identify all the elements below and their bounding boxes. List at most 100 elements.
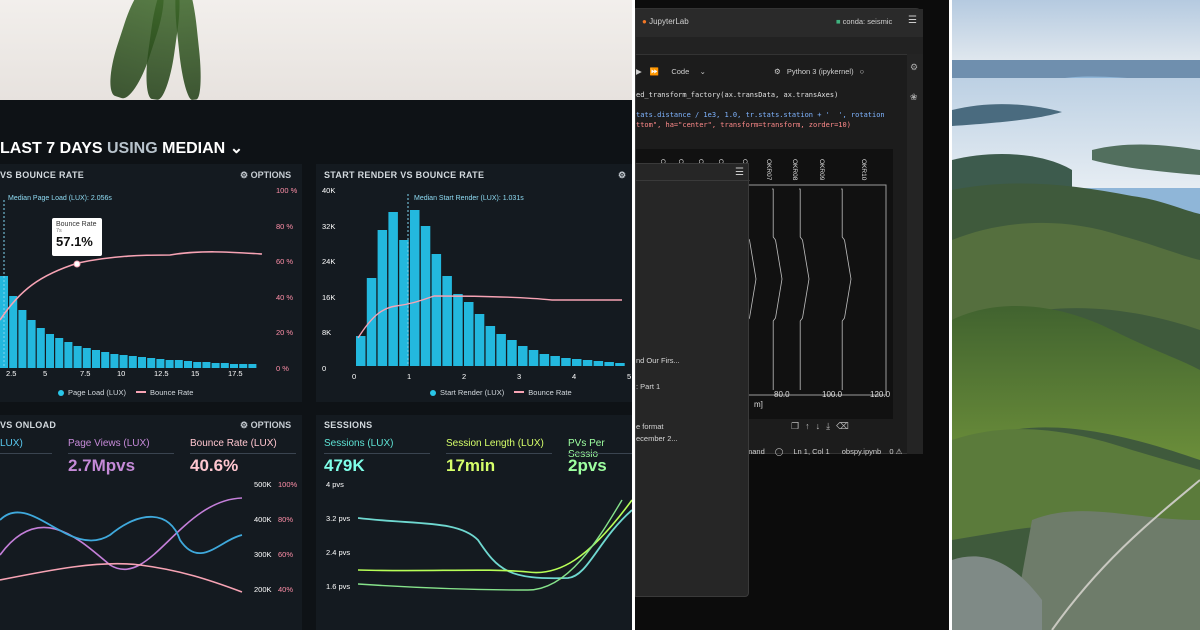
bounce-rate-line: [0, 251, 263, 321]
x-axis-tick: 12.5: [154, 369, 169, 378]
kernel-name[interactable]: Python 3 (ipykernel): [787, 67, 854, 76]
histogram-bar: [92, 350, 100, 368]
histogram-bar: [165, 360, 174, 368]
file-name: obspy.ipynb: [841, 447, 882, 456]
settings-icon[interactable]: ⚙: [910, 62, 918, 73]
card-heading: VS BOUNCE RATE: [0, 170, 85, 180]
x-axis-tick: 0: [352, 372, 357, 381]
play-icon[interactable]: ▶: [636, 67, 642, 76]
gear-icon[interactable]: ⚙: [618, 170, 626, 181]
histogram-bar: [474, 314, 485, 366]
histogram-bar: [202, 362, 211, 368]
page-load-chart: [0, 200, 263, 368]
file-item[interactable]: : Part 1: [636, 382, 660, 391]
histogram-bar: [27, 320, 36, 368]
metric-label: LUX): [0, 438, 23, 449]
chart-legend: Page Load (LUX) Bounce Rate: [58, 388, 193, 397]
x-axis-tick: 5: [627, 372, 632, 381]
metric-label: Session Length (LUX): [446, 438, 544, 449]
code-line[interactable]: ttom", ha="center", transform=transform,…: [636, 121, 851, 129]
x-axis-tick: 5: [43, 369, 48, 378]
x-axis-tick: 120.0: [870, 390, 891, 399]
histogram-bar: [582, 360, 593, 366]
options-button[interactable]: ⚙ OPTIONS: [240, 170, 291, 181]
legend-line: Bounce Rate: [150, 388, 194, 397]
histogram-bar: [366, 278, 377, 366]
debugger-icon[interactable]: ❀: [910, 92, 918, 103]
y-axis-left-tick: 0: [322, 363, 327, 373]
y-axis-left-tick: 2.4 pvs: [326, 548, 351, 557]
file-item[interactable]: e format: [636, 422, 664, 431]
jupyter-logo-icon: ●: [642, 17, 647, 26]
y-axis-left-tick: 4 pvs: [326, 480, 344, 489]
pvs-value: 2pvs: [568, 456, 607, 475]
x-unit: m]: [754, 400, 763, 409]
menu-icon[interactable]: ☰: [735, 167, 744, 178]
histogram-bar: [110, 354, 119, 368]
histogram-bar: [138, 357, 146, 368]
session-length-value: 17min: [446, 456, 496, 475]
y-axis-left-tick: 40K: [322, 186, 336, 195]
x-axis-tick: 80.0: [774, 390, 790, 399]
y-axis-right-tick: 20 %: [276, 328, 294, 337]
menu-icon[interactable]: ☰: [908, 15, 917, 26]
notification-count[interactable]: 0: [889, 447, 893, 456]
histogram-bar: [453, 294, 463, 366]
insert-icon: ⤓: [826, 421, 837, 431]
histogram-bar: [156, 359, 165, 368]
seismic-trace: [772, 188, 783, 390]
histogram-bar: [193, 362, 202, 368]
dashboard-title[interactable]: LAST 7 DAYS USING MEDIAN ⌄: [0, 138, 243, 158]
file-item[interactable]: nd Our Firs...: [636, 356, 680, 365]
tooltip: Bounce Rate 7s 57.1%: [52, 218, 102, 256]
x-axis-tick: 3: [517, 372, 522, 381]
jupyterlab-photo: ● JupyterLab ■ conda: seismic ☰ ▶ ⏩ Code…: [635, 0, 949, 630]
histogram-bar: [239, 364, 248, 368]
title-last: LAST: [0, 140, 47, 157]
code-line[interactable]: tats.distance / 1e3, 1.0, tr.stats.stati…: [636, 111, 885, 119]
x-axis-tick: 15: [191, 369, 200, 378]
card-heading: START RENDER VS BOUNCE RATE: [324, 170, 485, 180]
chevron-down-icon[interactable]: ⌄: [230, 140, 243, 157]
cursor-position: Ln 1, Col 1: [793, 447, 830, 456]
y-axis-left-tick: 200K: [254, 585, 272, 594]
start-render-chart: [356, 194, 625, 366]
sessions-chart: [358, 499, 632, 591]
sessions-value: 479K: [324, 456, 365, 475]
histogram-bar: [184, 361, 192, 368]
gear-icon[interactable]: ⚙: [774, 67, 781, 76]
env-indicator[interactable]: ■ conda: seismic: [836, 17, 892, 26]
bell-icon[interactable]: ⚠: [896, 447, 903, 456]
file-item[interactable]: ecember 2...: [636, 434, 678, 443]
histogram-bar: [485, 326, 496, 366]
histogram-bar: [615, 363, 625, 366]
y-axis-right-tick: 60%: [278, 550, 294, 559]
fast-forward-icon[interactable]: ⏩: [650, 67, 659, 76]
options-button[interactable]: ⚙ OPTIONS: [240, 420, 291, 431]
histogram-bar: [377, 230, 388, 366]
seismic-trace: [799, 188, 810, 390]
code-line[interactable]: ed_transform_factory(ax.transData, ax.tr…: [636, 91, 838, 99]
legend-bar: Page Load (LUX): [68, 388, 126, 397]
shield-icon: ◯: [774, 447, 784, 456]
trace-label: OKR08: [791, 159, 798, 181]
card-heading: SESSIONS: [324, 420, 373, 430]
delete-icon: ⌫: [836, 421, 855, 431]
histogram-bar: [496, 334, 506, 366]
y-axis-left-tick: 300K: [254, 550, 272, 559]
histogram-bar: [464, 302, 474, 366]
y-axis-left-tick: 400K: [254, 515, 272, 524]
cell-toolbar[interactable]: ❐↑↓⤓⌫: [791, 421, 855, 432]
histogram-bar: [101, 352, 110, 368]
status-bar: mand ◯ Ln 1, Col 1 obspy.ipynb 0 ⚠: [746, 447, 902, 456]
right-sidebar: ⚙ ❀: [907, 54, 923, 454]
histogram-bar: [230, 364, 238, 368]
dashboard-photo: LAST 7 DAYS USING MEDIAN ⌄ VS BOUNCE RAT…: [0, 0, 632, 630]
histogram-bar: [539, 354, 550, 366]
trace-label: OKR09: [818, 159, 825, 181]
y-axis-right-tick: 40 %: [276, 292, 294, 302]
bounce-rate-value: 40.6%: [190, 456, 239, 475]
title-using: USING: [107, 140, 158, 157]
x-axis-tick: 17.5: [228, 369, 243, 378]
cell-type-select[interactable]: Code ⌄: [671, 67, 706, 76]
